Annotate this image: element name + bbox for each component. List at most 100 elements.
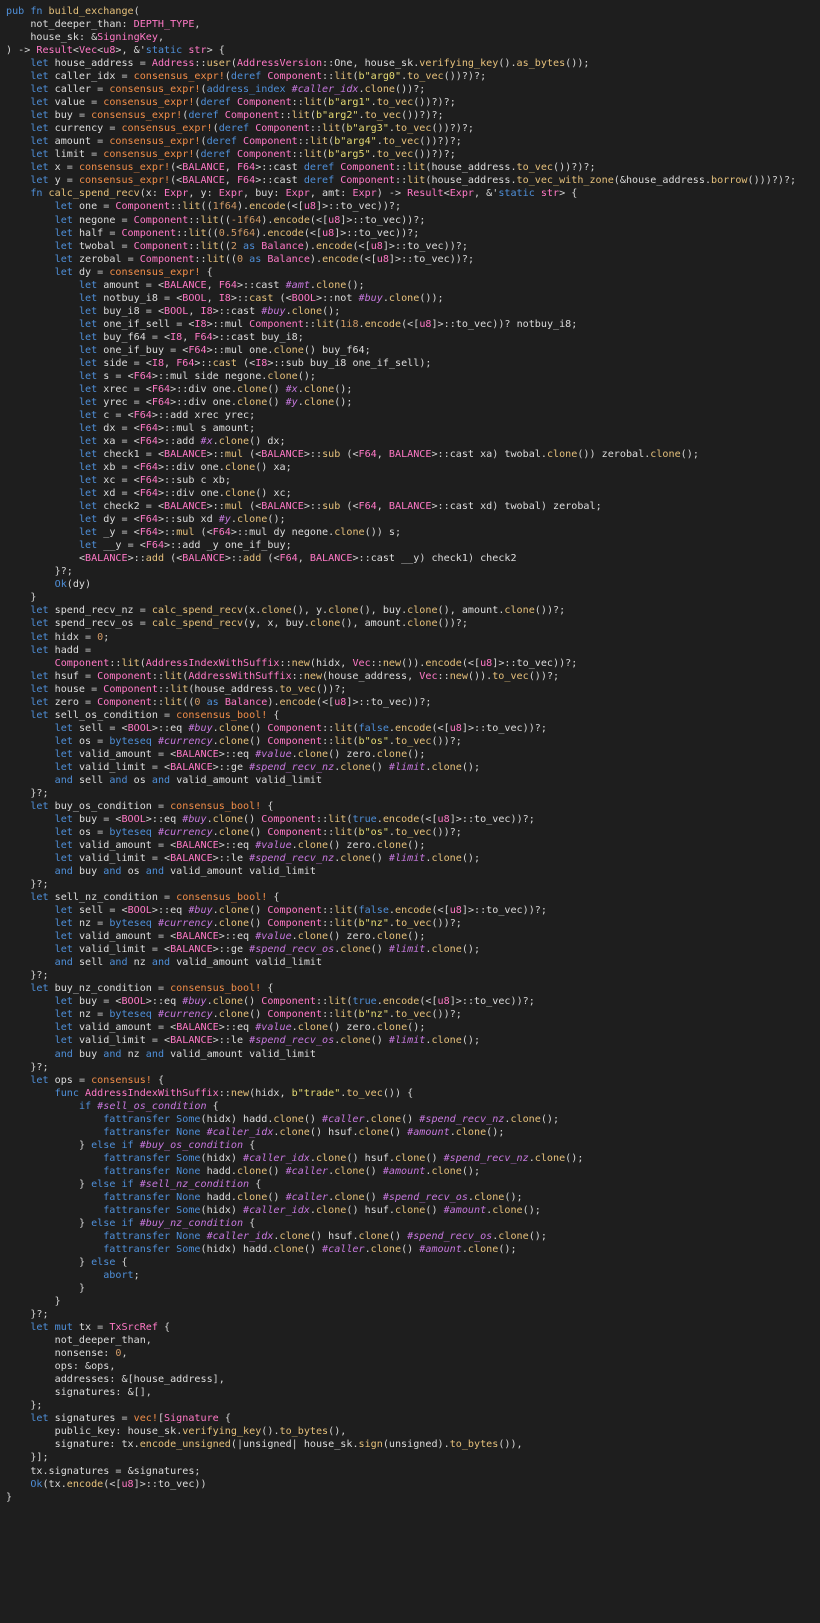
- code-line: let valid_amount = <BALANCE>::eq #value.…: [54, 1022, 426, 1034]
- code-line: let valid_limit = <BALANCE>::le #spend_r…: [54, 1035, 481, 1047]
- code-line: let half = Component::lit((0.5f64).encod…: [54, 227, 420, 239]
- code-line: let dy = consensus_expr! {: [54, 266, 213, 278]
- code-line: if #sell_os_condition {: [78, 1100, 219, 1112]
- code-line: let negone = Component::lit((-1f64).enco…: [54, 214, 426, 226]
- code-line: let one = Component::lit((1f64).encode(<…: [54, 201, 402, 213]
- code-line: abort;: [103, 1270, 140, 1282]
- code-line: let check1 = <BALANCE>::mul (<BALANCE>::…: [78, 449, 699, 461]
- code-line: let dy = <F64>::sub xd #y.clone();: [78, 514, 286, 526]
- code-line: } else if #buy_os_condition {: [78, 1139, 256, 1151]
- code-line: tx.signatures = &signatures;: [30, 1465, 201, 1477]
- code-line: let house_address = Address::user(Addres…: [30, 58, 590, 70]
- code-line: not_deeper_than: DEPTH_TYPE,: [30, 19, 201, 31]
- code-line: }: [54, 1296, 61, 1308]
- code-line: };: [30, 1400, 43, 1412]
- code-line: fattransfer Some(hidx) #caller_idx.clone…: [103, 1152, 584, 1164]
- code-line: let zero = Component::lit((0 as Balance)…: [30, 696, 432, 708]
- code-line: }?;: [30, 1309, 49, 1321]
- code-line: let os = byteseq #currency.clone() Compo…: [54, 826, 462, 838]
- code-line: fattransfer None hadd.clone() #caller.cl…: [103, 1191, 523, 1203]
- code-line: <BALANCE>::add (<BALANCE>::add (<F64, BA…: [78, 553, 517, 565]
- code-line: house_sk: &SigningKey,: [30, 32, 165, 44]
- code-line: let caller_idx = consensus_expr!(deref C…: [30, 71, 487, 83]
- code-line: let buy = <BOOL>::eq #buy.clone() Compon…: [54, 813, 535, 825]
- code-line: let side = <I8, F64>::cast (<I8>::sub bu…: [78, 357, 432, 369]
- code-line: fattransfer None #caller_idx.clone() hsu…: [103, 1230, 547, 1242]
- code-view[interactable]: pub fn build_exchange( not_deeper_than: …: [6, 5, 820, 1504]
- code-line: let buy_nz_condition = consensus_bool! {: [30, 983, 274, 995]
- code-line: fattransfer Some(hidx) hadd.clone() #cal…: [103, 1113, 560, 1125]
- code-line: let spend_recv_os = calc_spend_recv(y, x…: [30, 618, 468, 630]
- code-line: }?;: [54, 566, 73, 578]
- code-line: let amount = <BALANCE, F64>::cast #amt.c…: [78, 279, 365, 291]
- code-line: addresses: &[house_address],: [54, 1374, 225, 1386]
- code-line: func AddressIndexWithSuffix::new(hidx, b…: [54, 1087, 414, 1099]
- code-line: let sell = <BOOL>::eq #buy.clone() Compo…: [54, 905, 547, 917]
- code-line: pub fn build_exchange(: [6, 6, 140, 17]
- code-line: let yrec = <F64>::div one.clone() #y.clo…: [78, 396, 353, 408]
- code-line: let one_if_buy = <F64>::mul one.clone() …: [78, 344, 371, 356]
- code-line: Component::lit(AddressIndexWithSuffix::n…: [54, 657, 578, 669]
- code-line: }];: [30, 1452, 49, 1464]
- code-editor[interactable]: pub fn build_exchange( not_deeper_than: …: [0, 0, 820, 1623]
- code-line: and buy and nz and valid_amount valid_li…: [54, 1048, 316, 1060]
- code-line: public_key: house_sk.verifying_key().to_…: [54, 1426, 347, 1438]
- code-line: let sell = <BOOL>::eq #buy.clone() Compo…: [54, 722, 547, 734]
- code-line: fattransfer Some(hidx) #caller_idx.clone…: [103, 1204, 541, 1216]
- code-line: let os = byteseq #currency.clone() Compo…: [54, 735, 462, 747]
- code-line: }?;: [30, 787, 49, 799]
- code-line: let buy_os_condition = consensus_bool! {: [30, 800, 274, 812]
- code-line: ) -> Result<Vec<u8>, &'static str> {: [6, 45, 225, 57]
- code-line: fattransfer Some(hidx) hadd.clone() #cal…: [103, 1243, 517, 1255]
- code-line: let sell_nz_condition = consensus_bool! …: [30, 892, 280, 904]
- code-line: let valid_limit = <BALANCE>::ge #spend_r…: [54, 944, 481, 956]
- code-line: let caller = consensus_expr!(address_ind…: [30, 84, 426, 96]
- code-line: let xd = <F64>::div one.clone() xc;: [78, 488, 292, 500]
- code-line: Ok(tx.encode(<[u8]>::to_vec)): [30, 1478, 207, 1490]
- code-line: let buy = consensus_expr!(deref Componen…: [30, 110, 444, 122]
- code-line: let sell_os_condition = consensus_bool! …: [30, 709, 280, 721]
- code-line: let nz = byteseq #currency.clone() Compo…: [54, 918, 462, 930]
- code-line: let spend_recv_nz = calc_spend_recv(x.cl…: [30, 605, 566, 617]
- code-line: }?;: [30, 970, 49, 982]
- code-line: let mut tx = TxSrcRef {: [30, 1322, 171, 1334]
- code-line: let dx = <F64>::mul s amount;: [78, 423, 256, 434]
- code-line: let limit = consensus_expr!(deref Compon…: [30, 149, 456, 161]
- code-line: }: [30, 592, 37, 604]
- code-line: let x = consensus_expr!(<BALANCE, F64>::…: [30, 162, 596, 174]
- code-line: let notbuy_i8 = <BOOL, I8>::cast (<BOOL>…: [78, 292, 444, 304]
- code-line: signature: tx.encode_unsigned(|unsigned|…: [54, 1439, 523, 1451]
- code-line: }?;: [30, 1061, 49, 1073]
- code-line: let c = <F64>::add xrec yrec;: [78, 409, 256, 421]
- code-line: let y = consensus_expr!(<BALANCE, F64>::…: [30, 175, 797, 187]
- code-line: ops: &ops,: [54, 1361, 116, 1373]
- code-line: let twobal = Component::lit((2 as Balanc…: [54, 240, 468, 252]
- code-line: let amount = consensus_expr!(deref Compo…: [30, 136, 462, 148]
- code-line: fn calc_spend_recv(x: Expr, y: Expr, buy…: [30, 188, 578, 200]
- code-line: let valid_limit = <BALANCE>::ge #spend_r…: [54, 761, 481, 773]
- code-line: fattransfer None hadd.clone() #caller.cl…: [103, 1165, 481, 1177]
- code-line: let currency = consensus_expr!(deref Com…: [30, 123, 474, 135]
- code-line: let valid_amount = <BALANCE>::eq #value.…: [54, 931, 426, 943]
- code-line: let xb = <F64>::div one.clone() xa;: [78, 462, 292, 474]
- code-line: Ok(dy): [54, 579, 92, 591]
- code-line: not_deeper_than,: [54, 1335, 152, 1347]
- code-line: let valid_amount = <BALANCE>::eq #value.…: [54, 748, 426, 760]
- code-line: }: [6, 1491, 13, 1503]
- code-line: let house = Component::lit(house_address…: [30, 683, 347, 695]
- code-line: let check2 = <BALANCE>::mul (<BALANCE>::…: [78, 501, 602, 513]
- code-line: signatures: &[],: [54, 1387, 152, 1399]
- code-line: let value = consensus_expr!(deref Compon…: [30, 97, 456, 109]
- code-line: let buy_i8 = <BOOL, I8>::cast #buy.clone…: [78, 305, 341, 317]
- code-line: }: [78, 1283, 86, 1295]
- code-line: }?;: [30, 879, 49, 891]
- code-line: and buy and os and valid_amount valid_li…: [54, 866, 316, 878]
- code-line: let _y = <F64>::mul (<F64>::mul dy negon…: [78, 527, 402, 539]
- code-line: } else {: [78, 1257, 128, 1268]
- code-line: let one_if_sell = <I8>::mul Component::l…: [78, 318, 578, 330]
- code-line: let hsuf = Component::lit(AddressWithSuf…: [30, 670, 560, 682]
- code-line: let ops = consensus! {: [30, 1074, 165, 1086]
- code-line: let xrec = <F64>::div one.clone() #x.clo…: [78, 383, 353, 395]
- code-line: let valid_limit = <BALANCE>::le #spend_r…: [54, 853, 481, 865]
- code-line: let valid_amount = <BALANCE>::eq #value.…: [54, 840, 426, 851]
